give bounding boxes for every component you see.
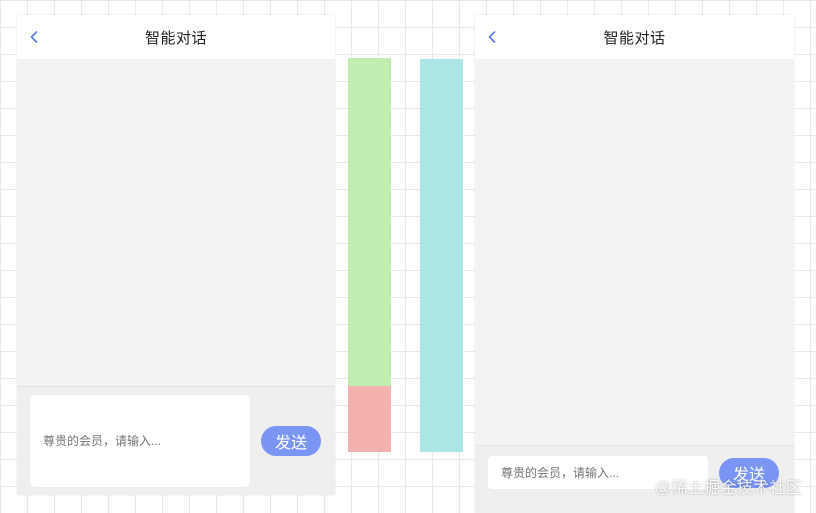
navbar: 智能对话 [17,15,335,59]
full-viewport-bar [420,59,463,452]
chevron-left-icon[interactable] [485,27,499,47]
phone-left: 智能对话 发送 [17,15,335,495]
visible-viewport-bar [348,58,391,386]
input-bar: 发送 [17,386,335,495]
chevron-left-icon[interactable] [27,27,41,47]
send-button[interactable]: 发送 [261,426,321,456]
chat-area[interactable] [475,59,794,445]
navbar: 智能对话 [475,15,794,59]
chat-area[interactable] [17,59,335,386]
page-title: 智能对话 [603,29,666,47]
phone-right: 智能对话 发送 [475,15,794,513]
page-title: 智能对话 [144,29,207,47]
message-input[interactable] [30,433,250,449]
keyboard-height-bar [348,386,391,452]
watermark: @稀土掘金技术社区 [655,480,802,497]
message-input-box[interactable] [30,395,250,487]
